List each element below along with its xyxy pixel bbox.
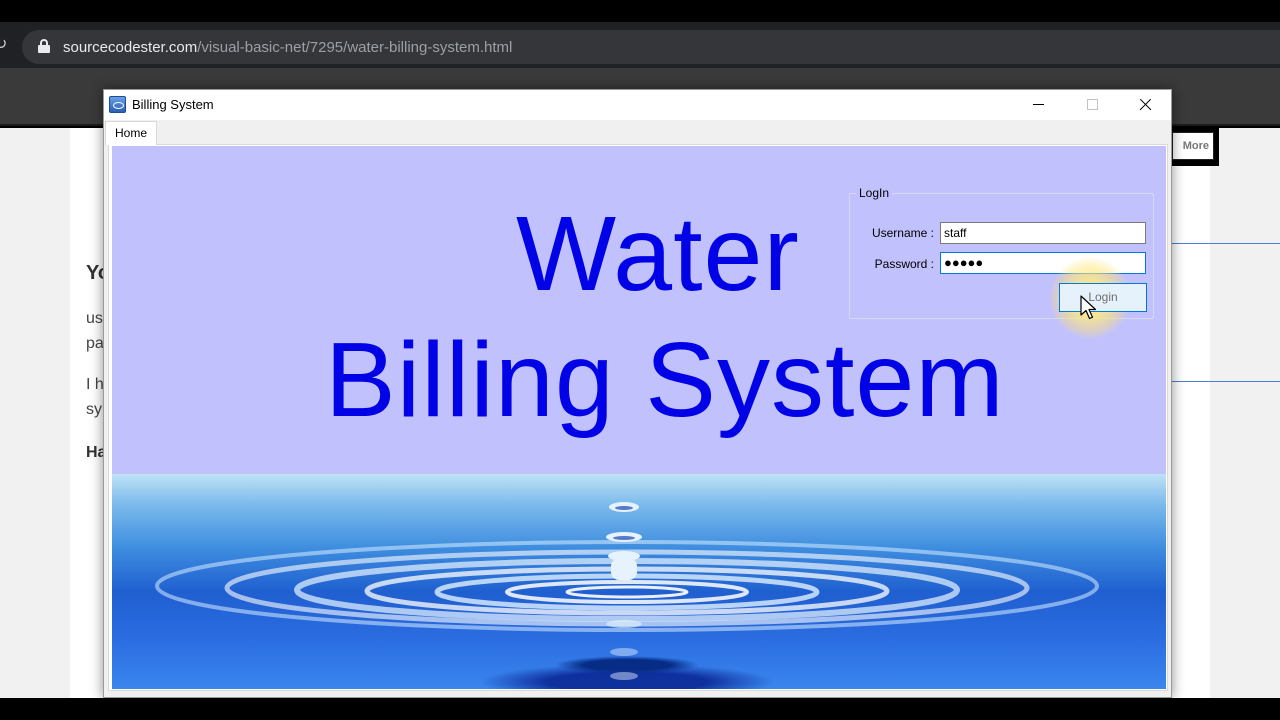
maximize-icon (1087, 99, 1098, 110)
minimize-button[interactable] (1012, 90, 1064, 120)
url-text[interactable]: sourcecodester.com/visual-basic-net/7295… (63, 39, 512, 57)
water-drop-image (112, 474, 1166, 689)
bg-text-fragment: us (86, 310, 103, 327)
tab-home[interactable]: Home (105, 121, 157, 145)
title-bar[interactable]: Billing System (104, 90, 1171, 120)
screen-top-edge (0, 0, 1280, 22)
close-button[interactable] (1119, 90, 1171, 120)
bg-text-fragment: sy (86, 401, 102, 418)
more-button-label: More (1172, 132, 1214, 160)
password-label: Password : (874, 257, 934, 271)
screen-bottom-edge (0, 698, 1280, 720)
reload-icon[interactable]: ↻ (0, 37, 8, 53)
bg-heading-fragment: Ha (86, 444, 103, 461)
mouse-cursor-icon (1080, 295, 1097, 320)
bg-divider (1172, 381, 1280, 382)
maximize-button[interactable] (1066, 90, 1118, 120)
tab-strip (104, 120, 1171, 144)
login-group-title: LogIn (856, 186, 893, 200)
banner-title-line2: Billing System (325, 321, 1005, 439)
bg-text-fragment: I h (86, 376, 103, 393)
username-label: Username : (871, 226, 934, 240)
lock-icon[interactable] (38, 39, 50, 53)
url-path: /visual-basic-net/7295/water-billing-sys… (197, 39, 513, 56)
username-field[interactable]: staff (940, 222, 1146, 244)
url-domain: sourcecodester.com (63, 39, 198, 56)
login-button[interactable]: Login (1059, 283, 1147, 312)
app-icon (109, 96, 126, 113)
bg-text-fragment: pa (86, 335, 103, 352)
minimize-icon (1033, 104, 1044, 105)
bg-divider (1172, 243, 1280, 244)
banner-title-line1: Water (516, 195, 800, 313)
window-title: Billing System (132, 97, 214, 112)
bg-heading-fragment: Yo (86, 263, 103, 283)
billing-system-window: Billing System Home Water Billing System (103, 89, 1172, 698)
